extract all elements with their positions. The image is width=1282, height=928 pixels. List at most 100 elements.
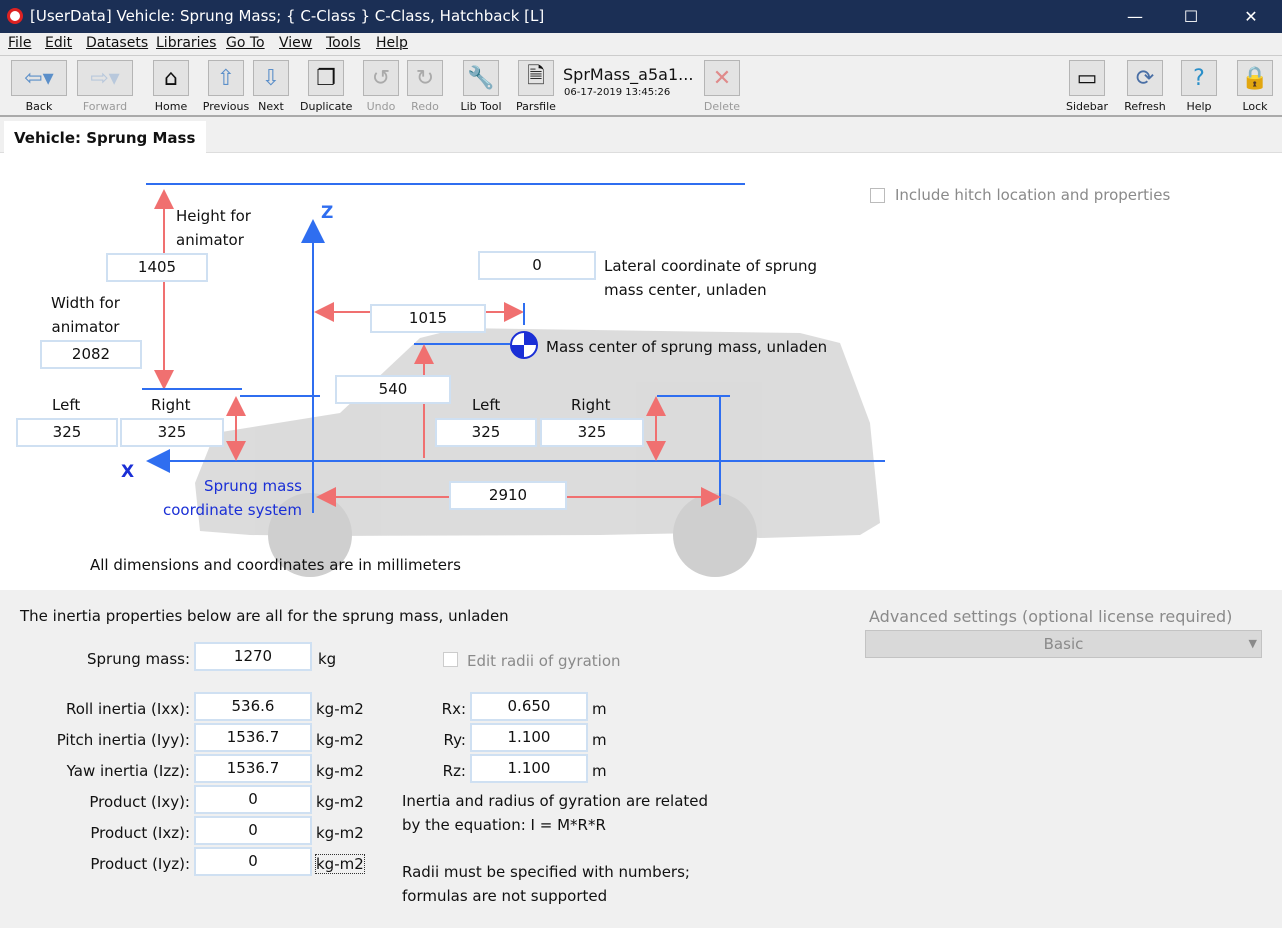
inertia-panel: The inertia properties below are all for… [0,590,1282,928]
chevron-down-icon: ▼ [1248,637,1257,650]
mass-input[interactable]: 1270 [194,642,312,671]
radius-input[interactable]: 1.100 [470,723,588,752]
next-button[interactable]: ⇩ Next [252,60,290,113]
radius-unit: m [592,762,607,780]
mass-label: Sprung mass: [87,650,191,668]
redo-button[interactable]: ↻ Redo [406,60,444,113]
radius-label: Ry: [443,731,466,749]
radius-input[interactable]: 0.650 [470,692,588,721]
inertia-input[interactable]: 0 [194,785,312,814]
previous-button[interactable]: ⇧ Previous [202,60,250,113]
x-cg-input[interactable]: 1015 [370,304,486,333]
document-icon: 🗎 [518,60,554,96]
radius-label: Rx: [441,700,466,718]
inertia-unit: kg-m2 [316,824,364,842]
home-icon: ⌂ [153,60,189,96]
inertia-label: Pitch inertia (Iyy): [56,731,190,749]
refresh-button[interactable]: ⟳ Refresh [1124,60,1166,113]
dataset-date: 06-17-2019 13:45:26 [564,87,671,98]
title-bar: [UserData] Vehicle: Sprung Mass; { C-Cla… [0,0,1282,33]
hitch-checkbox[interactable] [870,188,885,203]
lateral-label: Lateral coordinate of sprung mass center… [604,257,817,299]
help-question-icon: ? [1181,60,1217,96]
inertia-label: Product (Iyz): [90,855,190,873]
front-left-label: Left [52,396,81,414]
dataset-name: SprMass_a5a1... [563,65,694,84]
width-label: Width for animator [51,294,120,336]
inertia-input[interactable]: 1536.7 [194,754,312,783]
lateral-input[interactable]: 0 [478,251,596,280]
inertia-label: Yaw inertia (Izz): [66,762,190,780]
menu-edit[interactable]: Edit [45,35,72,51]
inertia-input[interactable]: 0 [194,816,312,845]
advanced-settings-label: Advanced settings (optional license requ… [869,607,1233,626]
radii-check-label: Edit radii of gyration [467,652,621,670]
front-right-label: Right [151,396,191,414]
forward-button[interactable]: ⇨▾ Forward [76,60,134,113]
radius-input[interactable]: 1.100 [470,754,588,783]
sidebar-button[interactable]: ▭ Sidebar [1066,60,1108,113]
z-cg-input[interactable]: 540 [335,375,451,404]
help-button[interactable]: ? Help [1180,60,1218,113]
lib-tool-button[interactable]: 🔧 Lib Tool [456,60,506,113]
duplicate-button[interactable]: ❐ Duplicate [300,60,352,113]
parsfile-button[interactable]: 🗎 Parsfile [516,60,556,113]
advanced-settings-select[interactable]: Basic ▼ [865,630,1262,658]
car-silhouette [195,328,880,577]
delete-x-icon: ✕ [704,60,740,96]
units-note: All dimensions and coordinates are in mi… [90,556,461,574]
inertia-heading: The inertia properties below are all for… [20,607,509,625]
front-right-input[interactable]: 325 [120,418,224,447]
height-input[interactable]: 1405 [106,253,208,282]
inertia-input[interactable]: 1536.7 [194,723,312,752]
back-button[interactable]: ⇦▾ Back [10,60,68,113]
z-axis-label: Z [321,203,334,223]
inertia-unit: kg-m2 [315,854,365,874]
menu-bar: File Edit Datasets Libraries Go To View … [0,33,1282,55]
close-button[interactable]: ✕ [1228,4,1274,30]
radii-note: Radii must be specified with numbers; fo… [402,863,690,905]
mass-unit: kg [318,650,337,668]
undo-button[interactable]: ↺ Undo [362,60,400,113]
minimize-button[interactable]: — [1112,4,1158,30]
menu-help[interactable]: Help [376,35,408,51]
menu-file[interactable]: File [8,35,31,51]
rear-right-label: Right [571,396,611,414]
redo-icon: ↻ [407,60,443,96]
maximize-button[interactable]: ☐ [1168,4,1214,30]
menu-goto[interactable]: Go To [226,35,265,51]
hitch-label: Include hitch location and properties [895,186,1171,204]
lock-button[interactable]: 🔒 Lock [1236,60,1274,113]
inertia-input[interactable]: 0 [194,847,312,876]
home-button[interactable]: ⌂ Home [152,60,190,113]
duplicate-icon: ❐ [308,60,344,96]
rear-left-input[interactable]: 325 [435,418,537,447]
width-input[interactable]: 2082 [40,340,142,369]
menu-datasets[interactable]: Datasets [86,35,148,51]
delete-button[interactable]: ✕ Delete [703,60,741,113]
refresh-icon: ⟳ [1127,60,1163,96]
rear-left-label: Left [472,396,501,414]
diagram-panel: Height for animator 1405 Width for anima… [0,153,1282,590]
menu-view[interactable]: View [279,35,312,51]
arrow-down-icon: ⇩ [253,60,289,96]
radii-checkbox[interactable] [443,652,458,667]
relation-note: Inertia and radius of gyration are relat… [402,792,709,834]
front-left-input[interactable]: 325 [16,418,118,447]
menu-tools[interactable]: Tools [326,35,361,51]
inertia-input[interactable]: 536.6 [194,692,312,721]
wheelbase-input[interactable]: 2910 [449,481,567,510]
lock-icon: 🔒 [1237,60,1273,96]
mass-center-icon [510,331,538,359]
rear-right-input[interactable]: 325 [540,418,644,447]
coordinate-system-label: Sprung mass coordinate system [163,477,302,519]
tab-vehicle-sprung-mass[interactable]: Vehicle: Sprung Mass [4,121,206,154]
radius-unit: m [592,731,607,749]
advanced-settings-value: Basic [1043,635,1084,653]
radius-label: Rz: [442,762,466,780]
menu-libraries[interactable]: Libraries [156,35,216,51]
inertia-label: Product (Ixy): [89,793,190,811]
wrench-icon: 🔧 [463,60,499,96]
height-label: Height for animator [176,207,251,249]
inertia-unit: kg-m2 [316,762,364,780]
